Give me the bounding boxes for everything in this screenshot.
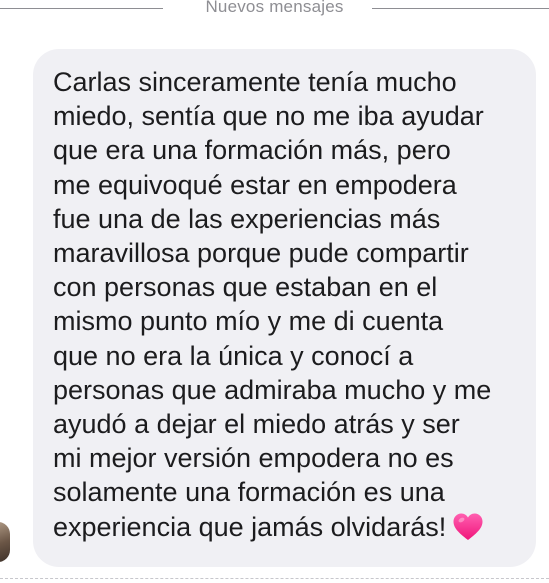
message-line: experiencia que jamás olvidarás! [53, 511, 447, 542]
message-line: mismo punto mío y me di cuenta [53, 306, 444, 337]
message-line: maravillosa porque pude compartir [53, 238, 469, 269]
sender-avatar[interactable] [0, 522, 10, 562]
message-line: que era una formación más, pero [53, 135, 451, 166]
message-line: que no era la única y conocí a [53, 340, 414, 371]
pink-heart-icon [453, 513, 483, 540]
message-line: miedo, sentía que no me iba ayudar [53, 101, 484, 132]
divider-line-right [372, 8, 549, 9]
message-text: Carlas sinceramente tenía mucho miedo, s… [53, 65, 518, 544]
message-line: solamente una formación es una [53, 477, 445, 508]
message-line: Carlas sinceramente tenía mucho [53, 67, 457, 97]
message-bubble[interactable]: Carlas sinceramente tenía mucho miedo, s… [33, 49, 536, 567]
message-line: fue una de las experiencias más [53, 203, 441, 234]
message-line: mi mejor versión empodera no es [53, 443, 454, 474]
message-line: ayudó a dejar el miedo atrás y ser [53, 409, 460, 440]
chat-screen: Nuevos mensajes Carlas sinceramente tení… [0, 0, 549, 583]
bottom-separator [0, 578, 549, 579]
new-messages-divider: Nuevos mensajes [0, 0, 549, 20]
message-line: con personas que estaban en el [53, 272, 438, 303]
message-line: me equivoqué estar en empodera [53, 169, 457, 200]
message-line: personas que admiraba mucho y me [53, 374, 492, 405]
message-line-last: experiencia que jamás olvidarás! [53, 510, 518, 544]
